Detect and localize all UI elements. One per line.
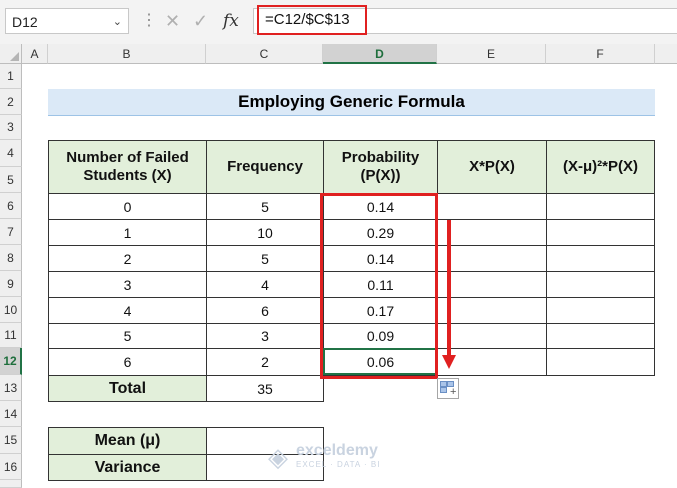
- table-cell[interactable]: 1: [48, 219, 207, 246]
- row-header-15[interactable]: 15: [0, 427, 22, 454]
- table-cell[interactable]: 3: [206, 323, 324, 349]
- table-cell[interactable]: [437, 297, 547, 324]
- mean-label[interactable]: Mean (μ): [48, 427, 207, 455]
- row-header-16[interactable]: 16: [0, 454, 22, 480]
- column-header-b[interactable]: B: [48, 44, 206, 64]
- chevron-down-icon[interactable]: ⌄: [113, 9, 122, 35]
- row-header-4[interactable]: 4: [0, 140, 22, 167]
- table-cell[interactable]: 2: [48, 245, 207, 272]
- exceldemy-watermark: ◈ exceldemy EXCEL · DATA · BI: [268, 440, 418, 474]
- table-cell[interactable]: [546, 271, 655, 298]
- header-cell[interactable]: Number of Failed Students (X): [48, 140, 207, 194]
- header-cell[interactable]: (X-μ)²*P(X): [546, 140, 655, 194]
- row-header-7[interactable]: 7: [0, 219, 22, 245]
- table-cell[interactable]: [437, 219, 547, 246]
- table-cell[interactable]: 0: [48, 193, 207, 220]
- quick-analysis-icon[interactable]: +: [437, 378, 459, 399]
- table-cell[interactable]: [437, 271, 547, 298]
- row-header-10[interactable]: 10: [0, 297, 22, 323]
- table-cell[interactable]: [546, 323, 655, 349]
- row-header-11[interactable]: 11: [0, 323, 22, 348]
- row-header-13[interactable]: 13: [0, 375, 22, 401]
- row-header-12[interactable]: 12: [0, 348, 22, 375]
- exceldemy-logo-icon: ◈: [268, 442, 288, 472]
- column-header-g[interactable]: [655, 44, 677, 64]
- row-header-9[interactable]: 9: [0, 271, 22, 297]
- formula-text[interactable]: =C12/$C$13: [257, 5, 367, 35]
- table-cell[interactable]: 4: [206, 271, 324, 298]
- header-cell[interactable]: Probability (P(X)): [323, 140, 438, 194]
- row-header-8[interactable]: 8: [0, 245, 22, 271]
- column-header-f[interactable]: F: [546, 44, 655, 64]
- row-header-2[interactable]: 2: [0, 89, 22, 115]
- table-cell[interactable]: [546, 297, 655, 324]
- table-cell[interactable]: 6: [206, 297, 324, 324]
- table-cell[interactable]: [437, 245, 547, 272]
- total-value[interactable]: 35: [206, 375, 324, 402]
- watermark-name: exceldemy: [296, 442, 378, 459]
- table-cell[interactable]: [437, 193, 547, 220]
- row-header-17[interactable]: [0, 480, 22, 488]
- table-cell[interactable]: [546, 245, 655, 272]
- insert-function-icon[interactable]: fx: [223, 8, 239, 34]
- variance-label[interactable]: Variance: [48, 454, 207, 481]
- watermark-tagline: EXCEL · DATA · BI: [296, 460, 381, 469]
- header-cell[interactable]: X*P(X): [437, 140, 547, 194]
- total-label[interactable]: Total: [48, 375, 207, 402]
- table-cell[interactable]: 6: [48, 348, 207, 376]
- table-cell[interactable]: [546, 193, 655, 220]
- table-cell[interactable]: 3: [48, 271, 207, 298]
- row-header-3[interactable]: 3: [0, 115, 22, 140]
- column-header-c[interactable]: C: [206, 44, 323, 64]
- row-header-5[interactable]: 5: [0, 167, 22, 193]
- table-cell[interactable]: [437, 323, 547, 349]
- header-cell[interactable]: Frequency: [206, 140, 324, 194]
- name-box-value: D12: [12, 14, 38, 30]
- select-all-button[interactable]: [0, 44, 22, 64]
- row-header-1[interactable]: 1: [0, 64, 22, 89]
- fill-down-arrow-icon: [442, 355, 456, 369]
- table-cell[interactable]: [546, 219, 655, 246]
- column-header-d[interactable]: D: [323, 44, 437, 64]
- table-cell[interactable]: 2: [206, 348, 324, 376]
- table-cell[interactable]: [546, 348, 655, 376]
- formula-icons: ✕ ✓ fx: [157, 8, 249, 34]
- column-header-e[interactable]: E: [437, 44, 546, 64]
- highlight-box: [320, 193, 438, 379]
- table-cell[interactable]: 5: [206, 193, 324, 220]
- fill-down-arrow-line: [447, 220, 451, 356]
- formula-bar: D12 ⌄ ⋮ ✕ ✓ fx =C12/$C$13: [0, 0, 677, 45]
- sheet-title[interactable]: Employing Generic Formula: [48, 89, 655, 116]
- table-cell[interactable]: 4: [48, 297, 207, 324]
- table-cell[interactable]: 10: [206, 219, 324, 246]
- name-box[interactable]: D12 ⌄: [5, 8, 129, 34]
- column-header-a[interactable]: A: [22, 44, 48, 64]
- row-header-6[interactable]: 6: [0, 193, 22, 219]
- table-cell[interactable]: 5: [206, 245, 324, 272]
- more-options-icon[interactable]: ⋮: [141, 10, 157, 30]
- enter-icon[interactable]: ✓: [193, 8, 208, 34]
- cancel-icon[interactable]: ✕: [165, 8, 180, 34]
- row-header-14[interactable]: 14: [0, 401, 22, 427]
- table-cell[interactable]: 5: [48, 323, 207, 349]
